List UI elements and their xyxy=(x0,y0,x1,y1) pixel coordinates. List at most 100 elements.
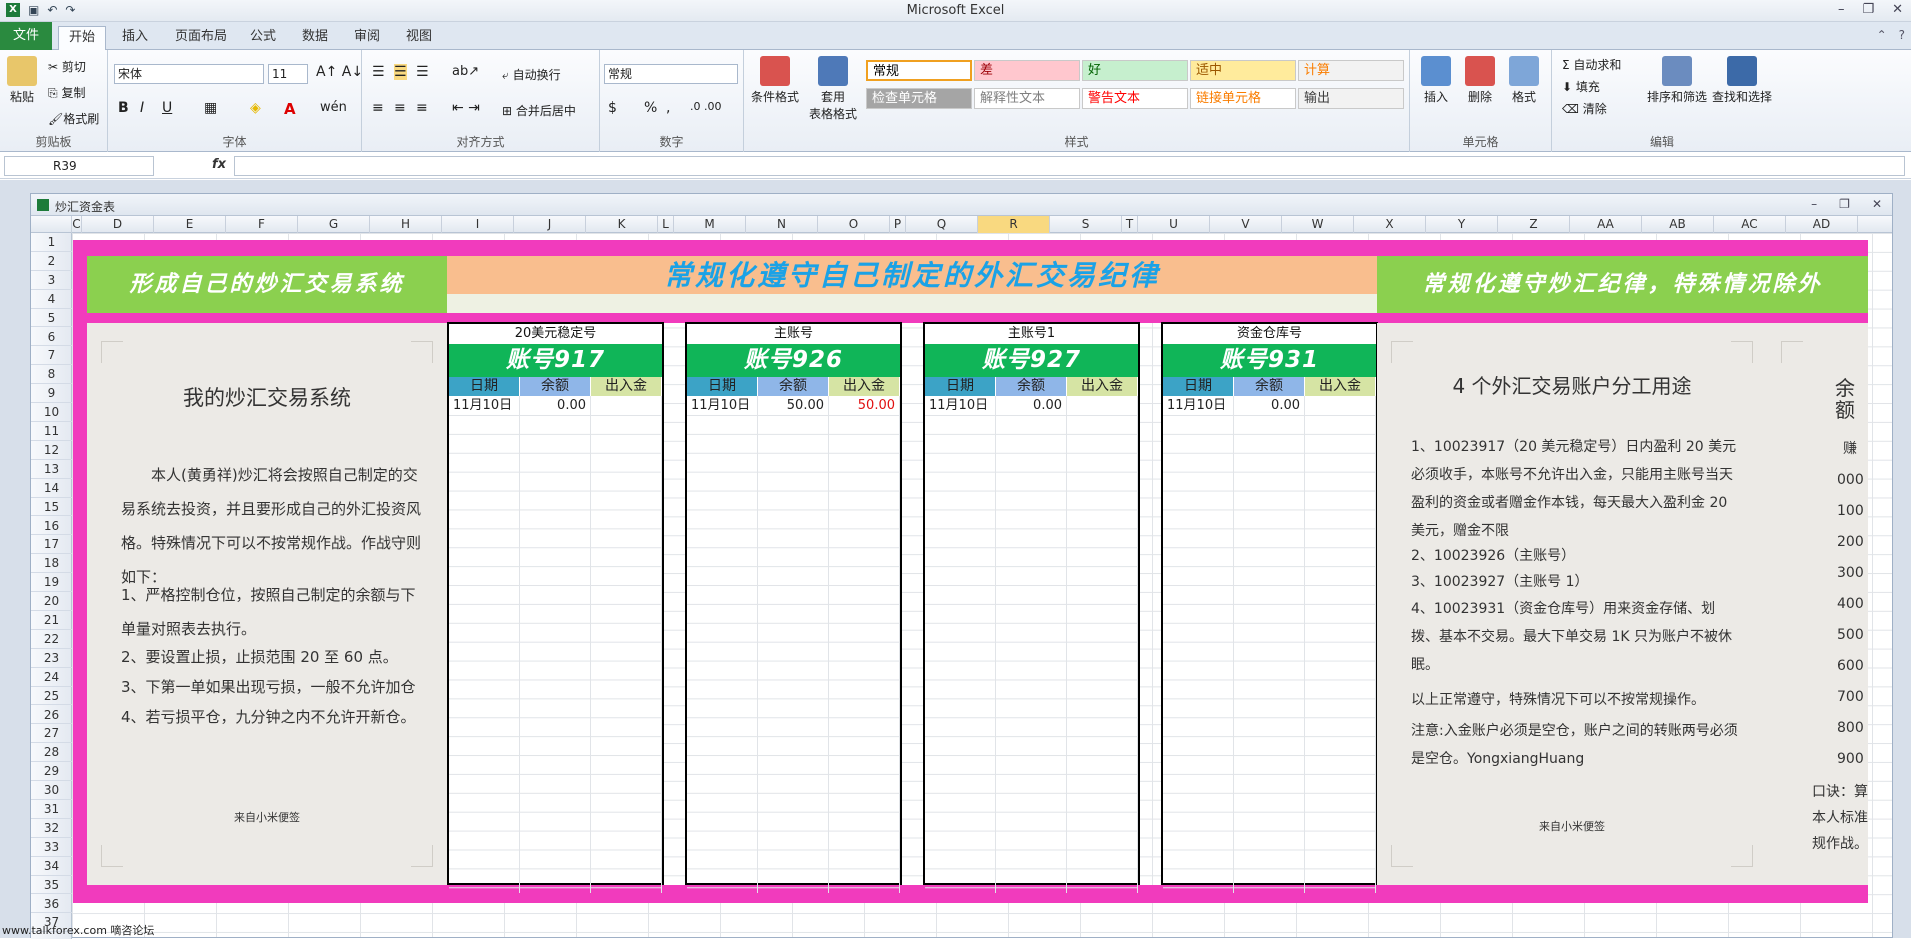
cell-balance[interactable]: 50.00 xyxy=(758,396,829,415)
restore-icon[interactable]: ❐ xyxy=(1839,197,1850,211)
underline-button[interactable]: U xyxy=(162,100,172,116)
tab-formulas[interactable]: 公式 xyxy=(240,26,286,50)
grow-font-icon[interactable]: A↑ A↓ xyxy=(316,64,363,80)
row-header[interactable]: 10 xyxy=(31,403,72,422)
autosum-button[interactable]: Σ 自动求和 xyxy=(1562,56,1621,73)
row-header[interactable]: 20 xyxy=(31,592,72,611)
italic-button[interactable]: I xyxy=(140,100,144,116)
cut-button[interactable]: ✂ 剪切 xyxy=(48,58,86,75)
row-header[interactable]: 36 xyxy=(31,895,72,914)
table-row[interactable]: 11月10日 0.00 xyxy=(925,396,1138,415)
row-header[interactable]: 2 xyxy=(31,252,72,271)
cell-style-option[interactable]: 差 xyxy=(974,60,1080,81)
column-header[interactable]: Q xyxy=(906,216,978,233)
font-name-select[interactable]: 宋体 xyxy=(114,64,264,84)
column-header[interactable]: L xyxy=(658,216,674,233)
currency-icon[interactable]: $ xyxy=(608,100,617,116)
row-header[interactable]: 27 xyxy=(31,724,72,744)
column-header[interactable]: AA xyxy=(1570,216,1642,233)
cell-flow[interactable] xyxy=(591,396,662,415)
align-left-icon[interactable]: ≡ xyxy=(372,100,384,116)
percent-button[interactable]: % xyxy=(644,100,657,116)
cell-flow[interactable] xyxy=(1067,396,1138,415)
cell-style-option[interactable]: 适中 xyxy=(1190,60,1296,81)
cell-style-option[interactable]: 输出 xyxy=(1298,88,1404,109)
column-header[interactable]: Y xyxy=(1426,216,1498,233)
minimize-icon[interactable]: – xyxy=(1838,2,1845,17)
column-header[interactable]: C xyxy=(72,216,82,233)
close-icon[interactable]: ✕ xyxy=(1872,197,1882,211)
row-header[interactable]: 12 xyxy=(31,441,72,460)
format-painter-button[interactable]: 🖌格式刷 xyxy=(48,110,99,127)
column-header[interactable]: I xyxy=(442,216,514,233)
bold-button[interactable]: B xyxy=(118,100,129,116)
row-header[interactable]: 22 xyxy=(31,630,72,649)
column-header[interactable]: G xyxy=(298,216,370,233)
minimize-icon[interactable]: – xyxy=(1811,197,1817,211)
column-header[interactable]: S xyxy=(1050,216,1122,233)
align-center-icon[interactable]: ≡ xyxy=(394,100,406,116)
table-row[interactable]: 11月10日 0.00 xyxy=(1163,396,1376,415)
conditional-format-button[interactable]: 条件格式 xyxy=(748,56,802,105)
tab-insert[interactable]: 插入 xyxy=(112,26,158,50)
select-all-corner[interactable] xyxy=(31,216,72,233)
row-header[interactable]: 7 xyxy=(31,346,72,366)
cell-balance[interactable]: 0.00 xyxy=(520,396,591,415)
row-header[interactable]: 16 xyxy=(31,517,72,536)
row-header[interactable]: 26 xyxy=(31,706,72,725)
row-header[interactable]: 32 xyxy=(31,819,72,838)
column-header[interactable]: O xyxy=(818,216,890,233)
row-header[interactable]: 33 xyxy=(31,838,72,857)
column-header[interactable]: X xyxy=(1354,216,1426,233)
number-format-select[interactable]: 常规 xyxy=(604,64,738,84)
column-header[interactable]: D xyxy=(82,216,154,233)
tab-home[interactable]: 开始 xyxy=(58,26,107,51)
column-header[interactable]: R xyxy=(978,216,1050,233)
chevron-up-icon[interactable]: ⌃ xyxy=(1877,28,1887,42)
copy-button[interactable]: ⎘ 复制 xyxy=(48,84,85,101)
cell-style-option[interactable]: 警告文本 xyxy=(1082,88,1188,109)
cell-date[interactable]: 11月10日 xyxy=(687,396,758,415)
row-header[interactable]: 5 xyxy=(31,309,72,328)
empty-rows[interactable] xyxy=(687,415,900,893)
row-header[interactable]: 34 xyxy=(31,857,72,876)
table-format-button[interactable]: 套用 表格格式 xyxy=(804,56,862,122)
column-header[interactable]: V xyxy=(1210,216,1282,233)
row-header[interactable]: 3 xyxy=(31,271,72,290)
orientation-icon[interactable]: ab↗ xyxy=(452,64,479,79)
column-header[interactable]: W xyxy=(1282,216,1354,233)
paste-button[interactable]: 粘贴 xyxy=(6,56,38,105)
column-header[interactable]: AB xyxy=(1642,216,1714,233)
tab-data[interactable]: 数据 xyxy=(292,26,338,50)
row-header[interactable]: 30 xyxy=(31,781,72,800)
row-header[interactable]: 25 xyxy=(31,687,72,706)
column-header[interactable]: P xyxy=(890,216,906,233)
row-header[interactable]: 11 xyxy=(31,422,72,441)
row-header[interactable]: 18 xyxy=(31,554,72,574)
column-header[interactable]: J xyxy=(514,216,586,233)
table-row[interactable]: 11月10日 0.00 xyxy=(449,396,662,415)
name-box[interactable]: R39 xyxy=(4,156,154,176)
row-header[interactable]: 24 xyxy=(31,668,72,687)
insert-cells-button[interactable]: 插入 xyxy=(1418,56,1454,105)
delete-cells-button[interactable]: 删除 xyxy=(1462,56,1498,105)
empty-rows[interactable] xyxy=(449,415,662,893)
column-header[interactable]: U xyxy=(1138,216,1210,233)
row-header[interactable]: 13 xyxy=(31,460,72,479)
empty-rows[interactable] xyxy=(1163,415,1376,893)
row-header[interactable]: 9 xyxy=(31,384,72,404)
row-header[interactable]: 29 xyxy=(31,762,72,782)
cell-style-option[interactable]: 计算 xyxy=(1298,60,1404,81)
row-header[interactable]: 35 xyxy=(31,876,72,895)
cell-balance[interactable]: 0.00 xyxy=(1234,396,1305,415)
row-header[interactable]: 19 xyxy=(31,573,72,593)
indent-icon[interactable]: ⇤ ⇥ xyxy=(452,100,480,116)
align-top-icon[interactable]: ☰ xyxy=(372,64,385,80)
align-bottom-icon[interactable]: ☰ xyxy=(416,64,429,80)
border-icon[interactable]: ▦ xyxy=(204,100,217,116)
cell-style-option[interactable]: 检查单元格 xyxy=(866,88,972,109)
sort-filter-button[interactable]: 排序和筛选 xyxy=(1646,56,1708,105)
row-header[interactable]: 31 xyxy=(31,800,72,819)
row-header[interactable]: 8 xyxy=(31,365,72,385)
row-header[interactable]: 23 xyxy=(31,649,72,668)
